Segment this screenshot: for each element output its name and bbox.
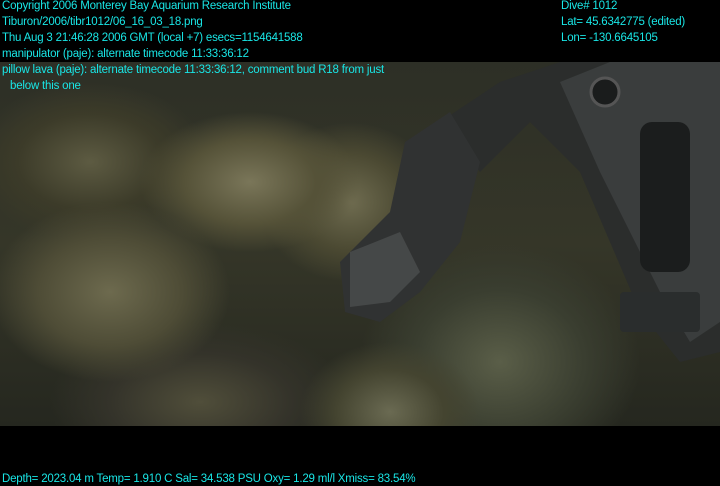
video-frame: Copyright 2006 Monterey Bay Aquarium Res… xyxy=(0,0,720,486)
sensor-readout: Depth= 2023.04 m Temp= 1.910 C Sal= 34.5… xyxy=(2,473,416,485)
manipulator-arm-image xyxy=(340,62,720,362)
latitude: Lat= 45.6342775 (edited) xyxy=(561,16,686,28)
timestamp-text: Thu Aug 3 21:46:28 2006 GMT (local +7) e… xyxy=(2,32,303,44)
file-path-text: Tiburon/2006/tibr1012/06_16_03_18.png xyxy=(2,16,203,28)
annotation-pillow-lava: pillow lava (paje): alternate timecode 1… xyxy=(2,64,384,76)
annotation-pillow-lava-cont: below this one xyxy=(10,80,81,92)
annotation-manipulator: manipulator (paje): alternate timecode 1… xyxy=(2,48,249,60)
dive-number: Dive# 1012 xyxy=(561,0,618,12)
copyright-text: Copyright 2006 Monterey Bay Aquarium Res… xyxy=(2,0,291,12)
longitude: Lon= -130.6645105 xyxy=(561,32,658,44)
